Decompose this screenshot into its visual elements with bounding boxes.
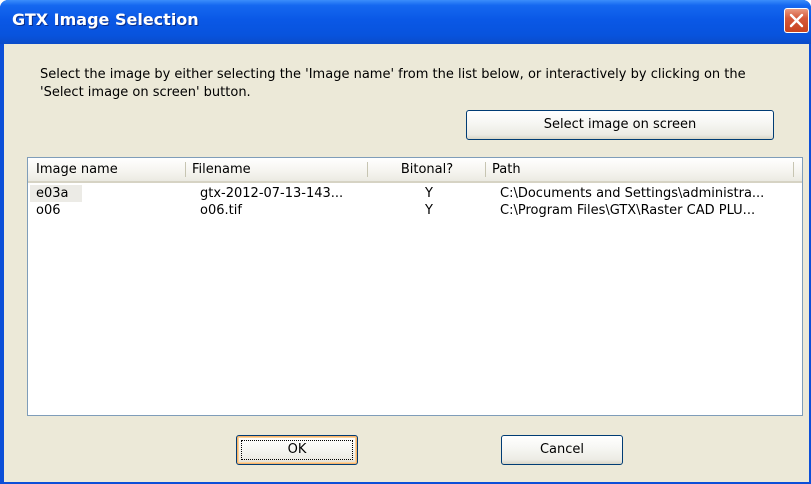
ok-button[interactable]: OK — [236, 435, 358, 465]
cell-bitonal: Y — [425, 203, 433, 218]
cell-filename: gtx-2012-07-13-143... — [200, 186, 344, 201]
image-list[interactable]: Image name Filename Bitonal? Path e03a g… — [27, 157, 803, 416]
column-header-bitonal[interactable]: Bitonal? — [368, 158, 486, 181]
list-header: Image name Filename Bitonal? Path — [28, 158, 802, 183]
cancel-button[interactable]: Cancel — [501, 435, 623, 465]
column-header-path[interactable]: Path — [486, 158, 794, 181]
list-row[interactable]: o06 o06.tif Y C:\Program Files\GTX\Raste… — [28, 202, 802, 219]
column-header-filename[interactable]: Filename — [186, 158, 368, 181]
ok-button-label: OK — [287, 442, 307, 457]
instructions-text: Select the image by either selecting the… — [40, 67, 746, 100]
cell-image-name: e03a — [36, 186, 69, 201]
title-bar[interactable]: GTX Image Selection — [0, 0, 811, 44]
cell-path: C:\Documents and Settings\administra... — [500, 186, 765, 201]
close-button[interactable] — [784, 8, 809, 33]
dialog-body: Select the image by either selecting the… — [4, 44, 809, 482]
column-header-image-name[interactable]: Image name — [30, 158, 186, 181]
cell-bitonal: Y — [425, 186, 433, 201]
cell-image-name: o06 — [36, 203, 61, 218]
cell-path: C:\Program Files\GTX\Raster CAD PLU... — [500, 203, 756, 218]
select-image-on-screen-button[interactable]: Select image on screen — [466, 110, 774, 140]
window-title: GTX Image Selection — [12, 10, 199, 29]
cell-filename: o06.tif — [200, 203, 242, 218]
list-row[interactable]: e03a gtx-2012-07-13-143... Y C:\Document… — [28, 185, 802, 202]
dialog-window: GTX Image Selection Select the image by … — [0, 0, 811, 484]
